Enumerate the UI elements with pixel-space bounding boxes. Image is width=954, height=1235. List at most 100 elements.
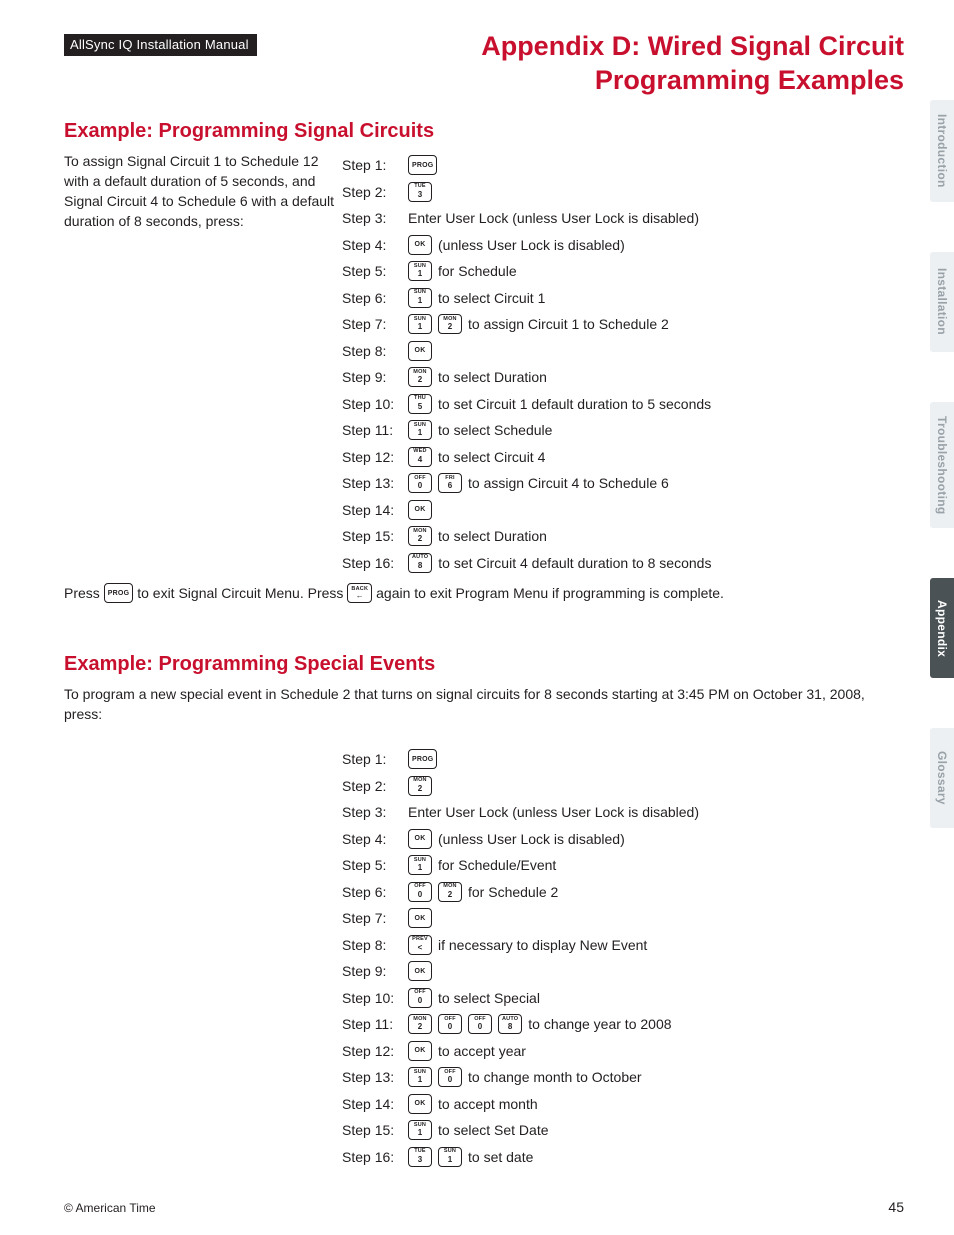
- section-title-special-events: Example: Programming Special Events: [64, 653, 904, 676]
- side-tab-appendix[interactable]: Appendix: [930, 578, 954, 678]
- step-label: Step 16:: [342, 1149, 402, 1165]
- section-title-signal-circuits: Example: Programming Signal Circuits: [64, 120, 904, 143]
- step-text: to select Duration: [438, 528, 547, 544]
- step-label: Step 12:: [342, 449, 402, 465]
- step-row: Step 3:Enter User Lock (unless User Lock…: [342, 800, 904, 824]
- keypad-key: OFF0: [408, 882, 432, 902]
- step-text: for Schedule 2: [468, 884, 558, 900]
- step-row: Step 4:OK(unless User Lock is disabled): [342, 827, 904, 851]
- step-row: Step 16:AUTO8to set Circuit 4 default du…: [342, 551, 904, 575]
- keypad-key: SUN1: [408, 288, 432, 308]
- keypad-key: MON2: [408, 1014, 432, 1034]
- keypad-key: SUN1: [438, 1147, 462, 1167]
- side-tab-troubleshooting[interactable]: Troubleshooting: [930, 402, 954, 529]
- step-label: Step 14:: [342, 502, 402, 518]
- keypad-key: SUN1: [408, 420, 432, 440]
- keypad-key: OK: [408, 961, 432, 981]
- page-title-line1: Appendix D: Wired Signal Circuit: [481, 31, 904, 61]
- step-row: Step 2:TUE3: [342, 180, 904, 204]
- step-row: Step 2: MON2: [342, 774, 904, 798]
- step-label: Step 1:: [342, 751, 402, 767]
- steps-special-events: Step 1: PROG Step 2: MON2 Step 3:Enter User …: [342, 745, 904, 1172]
- keypad-key: OK: [408, 500, 432, 520]
- step-text: to select Schedule: [438, 422, 552, 438]
- step-row: Step 7:SUN1MON2to assign Circuit 1 to Sc…: [342, 312, 904, 336]
- keypad-key: MON2: [438, 882, 462, 902]
- keypad-key: OFF0: [438, 1014, 462, 1034]
- keypad-key: OFF0: [468, 1014, 492, 1034]
- keypad-key: MON2: [408, 367, 432, 387]
- keypad-key: OK: [408, 341, 432, 361]
- step-label: Step 14:: [342, 1096, 402, 1112]
- side-tab-introduction[interactable]: Introduction: [930, 100, 954, 202]
- step-text: to set date: [468, 1149, 533, 1165]
- keypad-key: WED4: [408, 447, 432, 467]
- step-label: Step 5:: [342, 857, 402, 873]
- step-text: to set Circuit 4 default duration to 8 s…: [438, 555, 711, 571]
- step-label: Step 10:: [342, 396, 402, 412]
- step-text: to select Set Date: [438, 1122, 549, 1138]
- step-label: Step 15:: [342, 1122, 402, 1138]
- copyright: © American Time: [64, 1201, 156, 1215]
- step-row: Step 12:WED4to select Circuit 4: [342, 445, 904, 469]
- step-text: to select Special: [438, 990, 540, 1006]
- step-label: Step 4:: [342, 237, 402, 253]
- step-row: Step 11: SUN1 to select Schedule: [342, 418, 904, 442]
- keypad-key: OK: [408, 235, 432, 255]
- step-text: to set Circuit 1 default duration to 5 s…: [438, 396, 711, 412]
- keypad-key: PROG: [408, 155, 437, 175]
- steps-signal-circuits: Step 1: PROG Step 2:TUE3Step 3:Enter User …: [342, 151, 904, 578]
- keypad-key: AUTO8: [498, 1014, 522, 1034]
- page-number: 45: [888, 1199, 904, 1215]
- step-text: Enter User Lock (unless User Lock is dis…: [408, 804, 699, 820]
- side-tab-glossary[interactable]: Glossary: [930, 728, 954, 828]
- step-label: Step 8:: [342, 937, 402, 953]
- step-label: Step 10:: [342, 990, 402, 1006]
- step-label: Step 6:: [342, 290, 402, 306]
- step-label: Step 2:: [342, 778, 402, 794]
- step-row: Step 9: MON2 to select Duration: [342, 365, 904, 389]
- keypad-key: MON2: [438, 314, 462, 334]
- side-tabs: Introduction Installation Troubleshooting A…: [930, 100, 954, 828]
- footnote-text: again to exit Program Menu if programmin…: [376, 585, 724, 601]
- step-text: to assign Circuit 1 to Schedule 2: [468, 316, 669, 332]
- keypad-key: MON2: [408, 776, 432, 796]
- step-row: Step 3:Enter User Lock (unless User Lock…: [342, 206, 904, 230]
- step-row: Step 6: OFF0 MON2 for Schedule 2: [342, 880, 904, 904]
- step-label: Step 6:: [342, 884, 402, 900]
- step-row: Step 10:THU5to set Circuit 1 default dur…: [342, 392, 904, 416]
- step-row: Step 1: PROG: [342, 747, 904, 771]
- keypad-key: TUE3: [408, 1147, 432, 1167]
- step-row: Step 15:MON2to select Duration: [342, 524, 904, 548]
- step-label: Step 9:: [342, 369, 402, 385]
- keypad-key: PREV<: [408, 935, 432, 955]
- step-row: Step 5:SUN1for Schedule/Event: [342, 853, 904, 877]
- keypad-key: PROG: [408, 749, 437, 769]
- step-label: Step 11:: [342, 422, 402, 438]
- step-row: Step 16: TUE3 SUN1 to set date: [342, 1145, 904, 1169]
- step-label: Step 7:: [342, 910, 402, 926]
- keypad-key: OK: [408, 1041, 432, 1061]
- step-label: Step 16:: [342, 555, 402, 571]
- step-row: Step 14:OKto accept month: [342, 1092, 904, 1116]
- side-tab-installation[interactable]: Installation: [930, 252, 954, 352]
- keypad-key: SUN1: [408, 855, 432, 875]
- footnote-signal-circuits: PressPROGto exit Signal Circuit Menu. Pr…: [64, 583, 904, 603]
- step-row: Step 14: OK: [342, 498, 904, 522]
- step-row: Step 13:SUN1OFF0to change month to Octob…: [342, 1065, 904, 1089]
- keypad-key: SUN1: [408, 261, 432, 281]
- step-label: Step 12:: [342, 1043, 402, 1059]
- keypad-key: OK: [408, 1094, 432, 1114]
- step-row: Step 8:PREV<if necessary to display New …: [342, 933, 904, 957]
- step-row: Step 5:SUN1for Schedule: [342, 259, 904, 283]
- keypad-key: OFF0: [408, 473, 432, 493]
- step-text: (unless User Lock is disabled): [438, 831, 625, 847]
- page-title-line2: Programming Examples: [595, 65, 904, 95]
- step-row: Step 11:MON2OFF0OFF0AUTO8to change year …: [342, 1012, 904, 1036]
- step-text: to select Duration: [438, 369, 547, 385]
- step-text: (unless User Lock is disabled): [438, 237, 625, 253]
- step-label: Step 1:: [342, 157, 402, 173]
- keypad-key: MON2: [408, 526, 432, 546]
- footnote-text: to exit Signal Circuit Menu. Press: [137, 585, 343, 601]
- step-text: for Schedule: [438, 263, 517, 279]
